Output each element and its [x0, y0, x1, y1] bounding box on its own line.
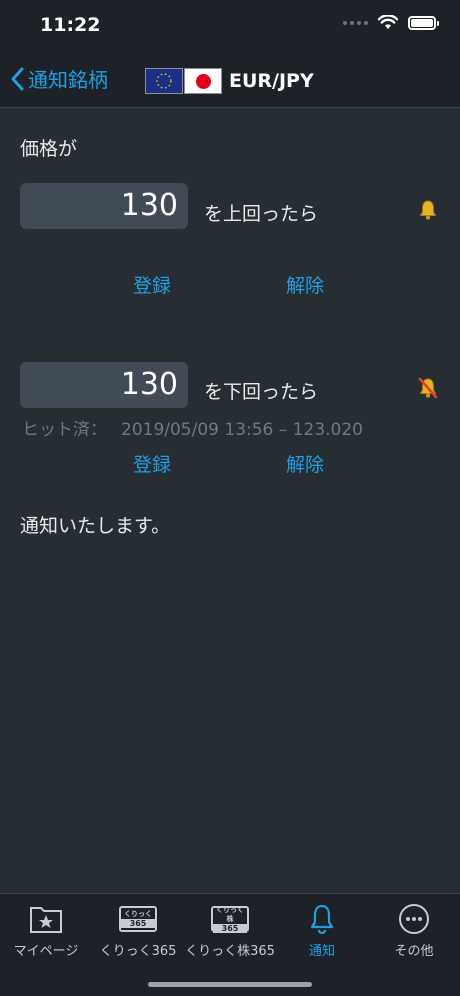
tab-bar: マイページ くりっく 365 くりっく365 くりっく株 365 くりっく株36… — [0, 893, 460, 996]
back-button-label: 通知銘柄 — [28, 68, 108, 92]
intro-text: 価格が — [20, 138, 78, 160]
bell-icon — [310, 904, 334, 935]
upper-condition-label: を上回ったら — [204, 203, 319, 225]
tab-kurikku365[interactable]: くりっく 365 くりっく365 — [92, 902, 184, 959]
lower-condition-label: を下回ったら — [204, 381, 319, 403]
tab-other[interactable]: その他 — [368, 902, 460, 959]
currency-pair-label: EUR/JPY — [229, 70, 314, 92]
outro-text: 通知いたします。 — [20, 515, 171, 537]
tab-kurikku365-label: くりっく365 — [99, 944, 177, 959]
back-button[interactable]: 通知銘柄 — [10, 64, 108, 93]
home-indicator[interactable] — [148, 982, 312, 987]
navigation-bar: 通知銘柄 EUR/JPY — [0, 50, 460, 108]
lower-price-input[interactable]: 130 — [20, 362, 188, 408]
upper-register-button[interactable]: 登録 — [133, 271, 171, 298]
status-time: 11:22 — [40, 14, 101, 36]
hit-value: 2019/05/09 13:56 – 123.020 — [121, 420, 363, 440]
lower-cancel-button[interactable]: 解除 — [286, 450, 324, 477]
lower-register-button[interactable]: 登録 — [133, 450, 171, 477]
tab-kurikku-kabu365-label: くりっく株365 — [185, 944, 275, 959]
cellular-signal-icon — [343, 20, 368, 25]
jp-flag-icon — [184, 68, 222, 94]
tab-other-label: その他 — [394, 944, 434, 959]
tab-kurikku-kabu365[interactable]: くりっく株 365 くりっく株365 — [184, 902, 276, 960]
chevron-left-icon — [11, 67, 24, 90]
hit-info: ヒット済： 2019/05/09 13:56 – 123.020 — [22, 415, 377, 440]
kurikku365-icon: くりっく 365 — [119, 906, 157, 932]
tab-notification-label: 通知 — [308, 944, 335, 959]
battery-icon — [408, 15, 439, 30]
star-folder-icon — [30, 907, 62, 933]
currency-pair-flags — [145, 68, 222, 94]
more-icon — [399, 904, 429, 934]
status-icons — [343, 15, 439, 30]
hit-label: ヒット済： — [22, 420, 107, 440]
status-bar: 11:22 — [0, 0, 460, 50]
bell-off-icon — [418, 377, 438, 399]
tab-mypage-label: マイページ — [13, 944, 79, 959]
upper-price-input[interactable]: 130 — [20, 183, 188, 229]
bell-on-icon — [419, 200, 437, 220]
tab-notification[interactable]: 通知 — [276, 902, 368, 959]
wifi-icon — [378, 15, 398, 29]
eu-flag-icon — [145, 68, 183, 94]
tab-mypage[interactable]: マイページ — [0, 902, 92, 959]
kurikku-kabu365-icon: くりっく株 365 — [211, 906, 249, 933]
upper-cancel-button[interactable]: 解除 — [286, 271, 324, 298]
